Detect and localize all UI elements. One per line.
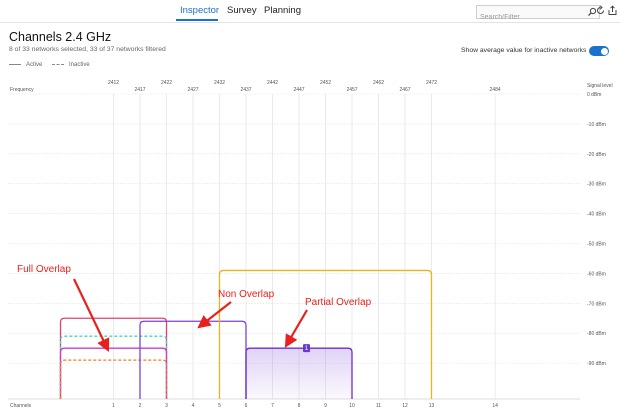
signal-tick-label: -20 dBm [587,152,606,158]
signal-tick-label: -10 dBm [587,122,606,128]
signal-axis-label: Signal level [587,83,613,89]
frequency-tick-label: 2462 [373,80,384,86]
frequency-tick-label: 2442 [267,80,278,86]
frequency-tick-label: 2427 [187,87,198,93]
channel-tick-label: 12 [402,403,408,409]
signal-tick-label: -70 dBm [587,301,606,307]
frequency-axis-label: Frequency [10,87,34,93]
annotation-full-overlap: Full Overlap [17,264,71,275]
channel-tick-label: 2 [139,403,142,409]
signal-tick-label: -30 dBm [587,182,606,188]
annotation-arrow-full-overlap [73,278,110,352]
network-fill-area [246,348,352,399]
frequency-tick-label: 2412 [108,80,119,86]
frequency-tick-label: 2467 [399,87,410,93]
frequency-tick-label: 2417 [134,87,145,93]
frequency-tick-label: 2437 [240,87,251,93]
channels-axis-label: Channels [10,403,32,409]
frequency-tick-label: 2484 [490,87,501,93]
signal-tick-label: -50 dBm [587,242,606,248]
channel-tick-label: 3 [165,403,168,409]
channel-tick-label: 4 [192,403,195,409]
channel-tick-label: 11 [376,403,381,409]
frequency-tick-label: 2472 [426,80,437,86]
channel-chart: Frequency Signal level Channels 0 dBm -10 dB… [8,80,613,409]
signal-tick-label: 0 dBm [587,92,601,98]
frequency-tick-label: 2432 [214,80,225,86]
annotation-partial-overlap: Partial Overlap [305,297,372,308]
annotation-arrow-partial-overlap [284,309,308,348]
channel-tick-label: 9 [324,403,327,409]
channel-tick-label: 7 [271,403,274,409]
channel-tick-label: 14 [492,403,498,409]
frequency-tick-label: 2422 [161,80,172,86]
frequency-tick-label: 2457 [346,87,357,93]
signal-tick-label: -40 dBm [587,212,606,218]
frequency-tick-label: 2452 [320,80,331,86]
channel-tick-label: 1 [112,403,115,409]
annotation-non-overlap: Non Overlap [218,289,275,300]
signal-tick-label: -90 dBm [587,361,606,367]
signal-tick-label: -60 dBm [587,271,606,277]
channel-tick-label: 8 [298,403,301,409]
annotation-arrow-non-overlap [197,301,232,329]
channel-tick-label: 5 [218,403,221,409]
channel-tick-label: 13 [429,403,435,409]
frequency-tick-label: 2447 [293,87,304,93]
channel-tick-label: 6 [245,403,248,409]
signal-tick-label: -80 dBm [587,331,606,337]
channel-tick-label: 10 [349,403,355,409]
